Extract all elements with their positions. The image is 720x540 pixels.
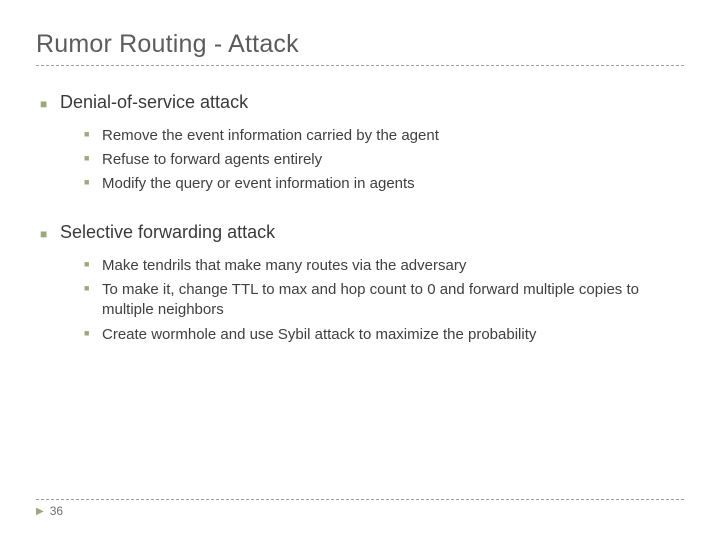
list-row: ■ Selective forwarding attack xyxy=(40,220,672,246)
slide-title: Rumor Routing - Attack xyxy=(36,30,684,59)
list-item: ■ Denial-of-service attack ■ Remove the … xyxy=(40,90,672,194)
bullet-list-level2: ■ Remove the event information carried b… xyxy=(40,126,672,195)
footer-row: ▶ 36 xyxy=(36,504,684,518)
section-heading: Denial-of-service attack xyxy=(60,90,248,114)
bullet-text: Make tendrils that make many routes via … xyxy=(102,256,672,276)
square-bullet-icon: ■ xyxy=(40,94,60,116)
square-bullet-icon: ■ xyxy=(84,256,102,272)
square-bullet-icon: ■ xyxy=(40,224,60,246)
list-item: ■ To make it, change TTL to max and hop … xyxy=(84,280,672,321)
list-item: ■ Modify the query or event information … xyxy=(84,174,672,194)
title-divider xyxy=(36,65,684,66)
bullet-text: To make it, change TTL to max and hop co… xyxy=(102,280,672,321)
square-bullet-icon: ■ xyxy=(84,280,102,296)
square-bullet-icon: ■ xyxy=(84,325,102,341)
list-item: ■ Remove the event information carried b… xyxy=(84,126,672,146)
footer-divider xyxy=(36,499,684,500)
list-item: ■ Selective forwarding attack ■ Make ten… xyxy=(40,220,672,345)
list-row: ■ Denial-of-service attack xyxy=(40,90,672,116)
square-bullet-icon: ■ xyxy=(84,174,102,190)
bullet-text: Refuse to forward agents entirely xyxy=(102,150,672,170)
bullet-text: Create wormhole and use Sybil attack to … xyxy=(102,325,672,345)
title-block: Rumor Routing - Attack xyxy=(36,30,684,66)
footer: ▶ 36 xyxy=(36,499,684,518)
list-item: ■ Refuse to forward agents entirely xyxy=(84,150,672,170)
list-item: ■ Create wormhole and use Sybil attack t… xyxy=(84,325,672,345)
slide: Rumor Routing - Attack ■ Denial-of-servi… xyxy=(0,0,720,540)
square-bullet-icon: ■ xyxy=(84,126,102,142)
bullet-text: Modify the query or event information in… xyxy=(102,174,672,194)
section-heading: Selective forwarding attack xyxy=(60,220,275,244)
content-area: ■ Denial-of-service attack ■ Remove the … xyxy=(40,90,672,371)
bullet-text: Remove the event information carried by … xyxy=(102,126,672,146)
square-bullet-icon: ■ xyxy=(84,150,102,166)
arrow-icon: ▶ xyxy=(36,506,44,517)
bullet-list-level1: ■ Denial-of-service attack ■ Remove the … xyxy=(40,90,672,345)
bullet-list-level2: ■ Make tendrils that make many routes vi… xyxy=(40,256,672,345)
list-item: ■ Make tendrils that make many routes vi… xyxy=(84,256,672,276)
page-number: 36 xyxy=(50,504,63,518)
